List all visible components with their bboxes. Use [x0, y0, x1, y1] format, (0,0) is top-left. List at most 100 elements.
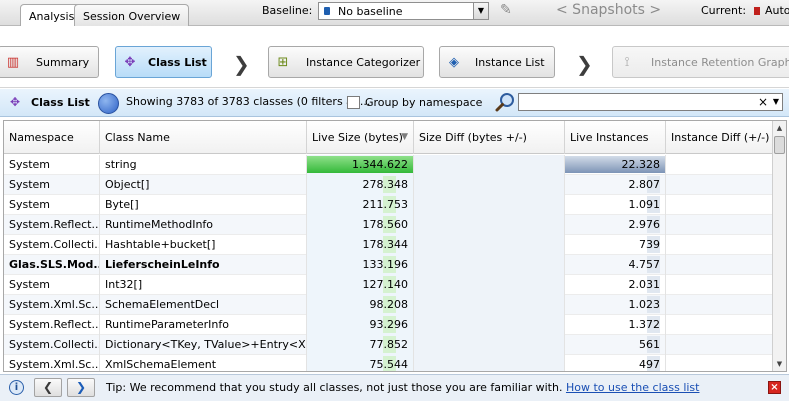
baseline-value: No baseline: [338, 5, 403, 18]
table-row[interactable]: System.Xml.Sc... SchemaElementDecl 98.208 1…: [4, 295, 774, 315]
class-list-label: Class List: [148, 56, 207, 69]
column-header-namespace[interactable]: Namespace: [4, 121, 100, 154]
class-list-button[interactable]: ✥ Class List: [115, 46, 212, 78]
live-instances-cell: 2.807: [565, 175, 666, 195]
baseline-select[interactable]: No baseline ▼: [318, 2, 489, 20]
chevron-down-icon[interactable]: ▼: [473, 3, 488, 19]
table-row[interactable]: Glas.SLS.Mod... LieferscheinLeInfo 133.196…: [4, 255, 774, 275]
live-size-cell: 178.560: [307, 215, 414, 235]
namespace-cell: System: [4, 275, 100, 295]
class-name-cell: Int32[]: [100, 275, 307, 295]
snapshot-document-icon: [754, 7, 760, 15]
class-name-cell: Byte[]: [100, 195, 307, 215]
table-row[interactable]: System string 1.344.622 22.328: [4, 155, 774, 175]
class-name-cell: LieferscheinLeInfo: [100, 255, 307, 275]
previous-tip-button[interactable]: ❮: [34, 378, 62, 397]
tip-help-link[interactable]: How to use the class list: [566, 381, 700, 394]
live-size-value: 77.852: [369, 338, 409, 351]
next-tip-button[interactable]: ❯: [67, 378, 95, 397]
class-list-table: Namespace Class Name Live Size (bytes) ▼…: [3, 120, 787, 372]
instance-categorizer-button[interactable]: ⊞ Instance Categorizer: [268, 46, 424, 78]
vertical-scrollbar[interactable]: ▲ ▼: [772, 121, 786, 371]
table-row[interactable]: System.Collecti... Dictionary<TKey, TValu…: [4, 335, 774, 355]
namespace-cell: System.Reflect...: [4, 215, 100, 235]
column-header-size-diff[interactable]: Size Diff (bytes +/-): [414, 121, 565, 154]
instance-diff-cell: [666, 355, 774, 371]
group-by-namespace-label[interactable]: Group by namespace: [365, 96, 482, 109]
live-instances-value: 497: [639, 358, 660, 371]
filter-status-icon[interactable]: [98, 93, 119, 114]
live-size-value: 278.348: [362, 178, 409, 191]
namespace-cell: System: [4, 195, 100, 215]
instance-categorizer-label: Instance Categorizer: [306, 56, 421, 69]
chevron-right-icon: ❯: [233, 52, 250, 76]
live-instances-cell: 561: [565, 335, 666, 355]
table-row[interactable]: System Byte[] 211.753 1.091: [4, 195, 774, 215]
search-icon: [495, 93, 514, 112]
table-row[interactable]: System.Xml.Sc... XmlSchemaElement 75.544 49…: [4, 355, 774, 371]
live-size-cell: 133.196: [307, 255, 414, 275]
size-diff-cell: [414, 215, 565, 235]
instance-list-button[interactable]: ◈ Instance List: [439, 46, 555, 78]
tab-label: Session Overview: [83, 10, 181, 23]
pencil-icon[interactable]: ✎: [500, 2, 520, 20]
class-name-cell: Hashtable+bucket[]: [100, 235, 307, 255]
chevron-down-icon[interactable]: ▼: [773, 97, 779, 106]
live-size-value: 93.296: [369, 318, 409, 331]
size-diff-cell: [414, 235, 565, 255]
clear-search-icon[interactable]: ×: [758, 95, 768, 109]
live-instances-cell: 1.372: [565, 315, 666, 335]
live-instances-cell: 4.757: [565, 255, 666, 275]
column-header-instance-diff[interactable]: Instance Diff (+/-): [666, 121, 774, 154]
live-instances-value: 561: [639, 338, 660, 351]
table-row[interactable]: System Int32[] 127.140 2.031: [4, 275, 774, 295]
namespace-cell: System.Xml.Sc...: [4, 295, 100, 315]
column-header-class-name[interactable]: Class Name: [100, 121, 307, 154]
instance-diff-cell: [666, 295, 774, 315]
class-list-icon: ✥: [10, 95, 21, 109]
filter-summary: Showing 3783 of 3783 classes (0 filters …: [126, 95, 371, 108]
instance-diff-cell: [666, 255, 774, 275]
close-tip-icon[interactable]: ×: [768, 381, 781, 394]
column-header-live-size[interactable]: Live Size (bytes) ▼: [307, 121, 414, 154]
live-size-value: 75.544: [369, 358, 409, 371]
snapshots-navigator[interactable]: < Snapshots >: [556, 2, 661, 18]
table-row[interactable]: System.Reflect... RuntimeParameterInfo 93.…: [4, 315, 774, 335]
class-name-cell: RuntimeMethodInfo: [100, 215, 307, 235]
summary-label: Summary: [36, 56, 90, 69]
instance-retention-graph-button[interactable]: ⟟ Instance Retention Graph: [612, 46, 789, 78]
live-size-value: 98.208: [369, 298, 409, 311]
table-row[interactable]: System.Reflect... RuntimeMethodInfo 178.56…: [4, 215, 774, 235]
size-diff-cell: [414, 255, 565, 275]
namespace-cell: System: [4, 155, 100, 175]
current-label: Current:: [701, 4, 747, 17]
live-size-cell: 75.544: [307, 355, 414, 371]
summary-button[interactable]: ▥ Summary: [0, 46, 99, 78]
instance-diff-cell: [666, 155, 774, 175]
column-header-live-instances[interactable]: Live Instances: [565, 121, 666, 154]
current-snapshot[interactable]: Auto: [754, 4, 789, 17]
live-instances-cell: 1.091: [565, 195, 666, 215]
table-row[interactable]: System Object[] 278.348 2.807: [4, 175, 774, 195]
live-size-cell: 127.140: [307, 275, 414, 295]
tab-session-overview[interactable]: Session Overview: [74, 4, 190, 26]
namespace-cell: System.Collecti...: [4, 235, 100, 255]
live-instances-cell: 1.023: [565, 295, 666, 315]
scroll-down-icon[interactable]: ▼: [773, 357, 786, 371]
group-by-namespace-checkbox[interactable]: [347, 96, 360, 109]
scrollbar-thumb[interactable]: [774, 136, 785, 154]
live-size-cell: 211.753: [307, 195, 414, 215]
class-search-input[interactable]: × ▼: [518, 93, 783, 111]
live-size-cell: 98.208: [307, 295, 414, 315]
snapshot-document-icon: [324, 7, 330, 15]
sort-descending-icon: ▼: [401, 132, 408, 142]
top-bar: Analysis Session Overview Baseline: No b…: [0, 0, 789, 27]
size-diff-cell: [414, 175, 565, 195]
live-instances-value: 1.091: [628, 198, 661, 211]
table-row[interactable]: System.Collecti... Hashtable+bucket[] 178.…: [4, 235, 774, 255]
scroll-up-icon[interactable]: ▲: [773, 121, 786, 135]
class-name-cell: SchemaElementDecl: [100, 295, 307, 315]
namespace-cell: System.Collecti...: [4, 335, 100, 355]
tip-text: Tip: We recommend that you study all cla…: [106, 381, 699, 394]
table-header: Namespace Class Name Live Size (bytes) ▼…: [4, 121, 774, 154]
